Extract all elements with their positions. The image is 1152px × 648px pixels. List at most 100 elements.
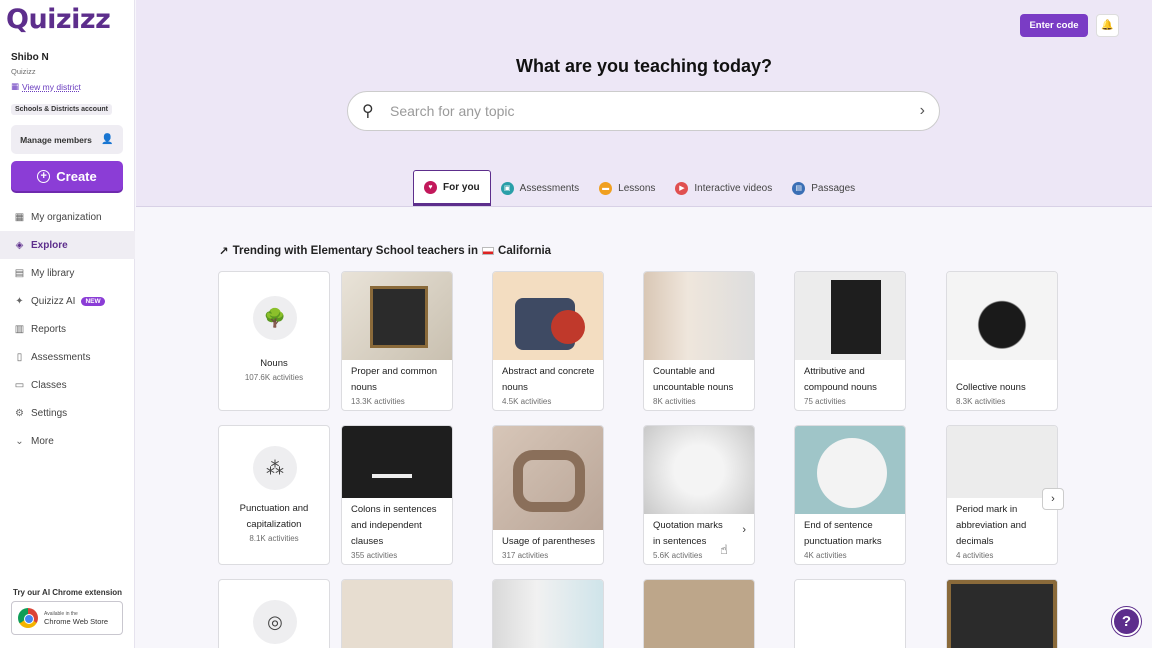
sidebar-item-reports[interactable]: ▥ Reports: [0, 315, 135, 343]
lesson-icon: ▬: [599, 181, 613, 195]
quizizz-logo[interactable]: Quizizz: [6, 4, 111, 35]
card-title: End of sentence punctuation marks: [804, 520, 882, 547]
sparkle-icon: ✦: [15, 295, 24, 307]
card-title: Attributive and compound nouns: [804, 366, 877, 393]
card-title: Abstract and concrete nouns: [502, 366, 595, 393]
enter-code-button[interactable]: Enter code: [1020, 14, 1088, 37]
notifications-bell-icon[interactable]: 🔔: [1096, 14, 1119, 37]
card-thumbnail: [947, 580, 1057, 648]
building-icon: ▦: [11, 81, 20, 91]
card-count: 8.3K activities: [956, 397, 1006, 406]
account-badge: Schools & Districts account: [11, 104, 112, 115]
tab-passages[interactable]: ▤ Passages: [782, 170, 865, 206]
passage-icon: ▤: [792, 181, 806, 195]
card-title: Punctuation and capitalization: [239, 503, 309, 530]
topic-card[interactable]: Colons in sentences and independent clau…: [341, 425, 453, 565]
tab-lessons[interactable]: ▬ Lessons: [589, 170, 665, 206]
card-thumbnail: [493, 426, 603, 530]
trending-icon: ↗: [219, 246, 229, 258]
user-org: Quizizz: [11, 67, 36, 76]
manage-members-button[interactable]: Manage members 👤: [11, 125, 123, 154]
topic-card[interactable]: ⁂ Punctuation and capitalization 8.1K ac…: [218, 425, 330, 565]
view-district-label: View my district: [22, 81, 81, 92]
topic-card[interactable]: [492, 579, 604, 648]
topic-card[interactable]: Collective nouns 8.3K activities: [946, 271, 1058, 411]
topic-card[interactable]: Attributive and compound nouns 75 activi…: [794, 271, 906, 411]
topic-card[interactable]: Usage of parentheses 317 activities: [492, 425, 604, 565]
create-button[interactable]: + Create: [11, 161, 123, 191]
manage-members-label: Manage members: [20, 134, 92, 145]
plus-icon: +: [37, 169, 51, 183]
card-count: 4 activities: [956, 551, 994, 560]
sidebar-item-label: Reports: [31, 323, 67, 335]
gear-icon: ⚙: [15, 407, 24, 419]
hand-cursor-icon: ☝: [720, 542, 728, 557]
sidebar-item-my-organization[interactable]: ▦ My organization: [0, 203, 135, 231]
card-thumbnail: [493, 580, 603, 648]
card-thumbnail: [644, 580, 754, 648]
topic-card[interactable]: [341, 579, 453, 648]
chevron-right-icon[interactable]: ›: [742, 524, 746, 536]
store-big-text: Chrome Web Store: [44, 616, 109, 626]
card-thumbnail: [795, 580, 905, 648]
tab-for-you[interactable]: ♥ For you: [413, 170, 491, 206]
sidebar-item-assessments[interactable]: ▯ Assessments: [0, 343, 135, 371]
help-button[interactable]: ?: [1112, 607, 1141, 636]
topic-card[interactable]: Proper and common nouns 13.3K activities: [341, 271, 453, 411]
chalkboard-icon: [370, 286, 428, 348]
tab-interactive-videos[interactable]: ▶ Interactive videos: [665, 170, 782, 206]
topic-card[interactable]: [946, 579, 1058, 648]
swirl-illustration-icon: [817, 438, 887, 508]
poster-icon: [831, 280, 881, 354]
search-bar[interactable]: ⚲ Search for any topic ›: [347, 91, 940, 131]
sidebar-item-classes[interactable]: ▭ Classes: [0, 371, 135, 399]
sidebar: Quizizz Shibo N Quizizz ▦ View my distri…: [0, 0, 135, 648]
chevron-right-icon[interactable]: ›: [920, 102, 925, 120]
video-icon: ▶: [675, 181, 689, 195]
carousel-next-button[interactable]: ›: [1042, 488, 1064, 510]
card-count: 355 activities: [351, 551, 398, 560]
tab-label: For you: [443, 181, 480, 193]
topic-card[interactable]: Abstract and concrete nouns 4.5K activit…: [492, 271, 604, 411]
clipboard-icon: ▯: [16, 351, 23, 363]
ear-illustration-icon: ◎: [253, 600, 297, 644]
trending-grid: 🌳 Nouns 107.6K activities Proper and com…: [218, 271, 1069, 648]
trending-heading: ↗ Trending with Elementary School teache…: [219, 244, 551, 258]
building-icon: ▦: [14, 211, 25, 223]
new-badge: NEW: [81, 296, 105, 306]
card-thumbnail: [795, 272, 905, 360]
parentheses-illustration-icon: [513, 450, 585, 512]
card-thumbnail: [795, 426, 905, 514]
chrome-web-store-badge[interactable]: Available in the Chrome Web Store: [11, 601, 123, 635]
sidebar-item-more[interactable]: ⌄ More: [0, 427, 135, 455]
topic-card[interactable]: Countable and uncountable nouns 8K activ…: [643, 271, 755, 411]
card-title: Countable and uncountable nouns: [653, 366, 734, 393]
card-title: Nouns: [260, 358, 288, 369]
tab-assessments[interactable]: ▣ Assessments: [491, 170, 589, 206]
tab-label: Lessons: [618, 182, 656, 194]
topic-card[interactable]: End of sentence punctuation marks 4K act…: [794, 425, 906, 565]
topic-card[interactable]: Quotation marks in sentences › 5.6K acti…: [643, 425, 755, 565]
view-district-link[interactable]: ▦ View my district: [11, 81, 81, 92]
search-input[interactable]: Search for any topic: [388, 103, 920, 119]
card-count: 13.3K activities: [351, 397, 405, 406]
topic-card[interactable]: [643, 579, 755, 648]
add-user-icon: 👤: [101, 134, 114, 145]
tab-label: Passages: [811, 182, 856, 194]
user-name: Shibo N: [11, 52, 49, 63]
extension-title: Try our AI Chrome extension: [13, 588, 123, 597]
sidebar-item-settings[interactable]: ⚙ Settings: [0, 399, 135, 427]
sidebar-item-my-library[interactable]: ▤ My library: [0, 259, 135, 287]
chrome-icon: [18, 608, 38, 628]
trending-place: California: [498, 245, 552, 257]
sidebar-item-label: Settings: [31, 407, 68, 419]
chevron-down-icon: ⌄: [15, 435, 24, 447]
sidebar-item-quizizz-ai[interactable]: ✦ Quizizz AI NEW: [0, 287, 135, 315]
sidebar-item-label: My organization: [31, 211, 102, 223]
explore-icon: ◈: [15, 239, 24, 251]
sidebar-item-explore[interactable]: ◈ Explore: [0, 231, 135, 259]
topic-card[interactable]: [794, 579, 906, 648]
sidebar-nav: ▦ My organization ◈ Explore ▤ My library…: [0, 203, 135, 455]
topic-card[interactable]: 🌳 Nouns 107.6K activities: [218, 271, 330, 411]
topic-card[interactable]: ◎: [218, 579, 330, 648]
